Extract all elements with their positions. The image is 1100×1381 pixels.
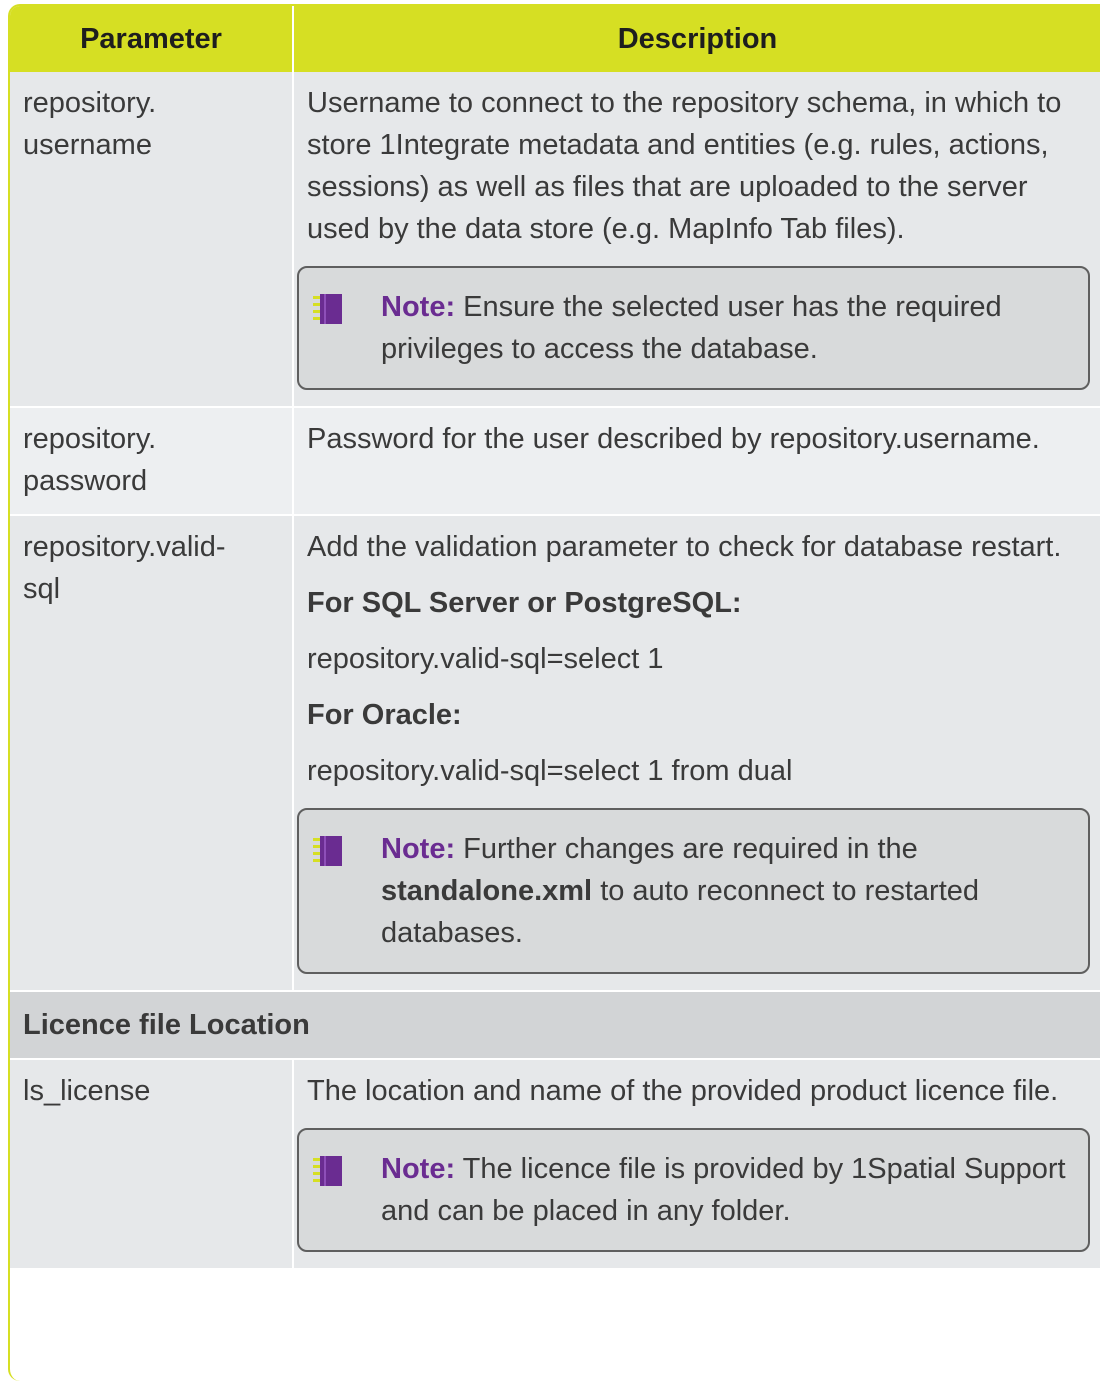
notepad-icon xyxy=(313,1156,342,1186)
description-text: Username to connect to the repository sc… xyxy=(307,87,1062,245)
note-text: The licence file is provided by 1Spatial… xyxy=(381,1153,1066,1227)
param-cell: repository. password xyxy=(10,407,294,516)
note-label: Note: xyxy=(381,1153,456,1185)
subhead-sqlserver: For SQL Server or PostgreSQL: xyxy=(307,587,742,619)
param-name-cont: username xyxy=(23,129,152,161)
header-description: Description xyxy=(293,6,1100,72)
param-name: repository. xyxy=(23,87,157,119)
description-cell: The location and name of the provided pr… xyxy=(293,1059,1100,1270)
param-name: ls_license xyxy=(23,1075,151,1107)
note-label: Note: xyxy=(381,291,456,323)
param-name-cont: password xyxy=(23,465,148,497)
description-text: The location and name of the provided pr… xyxy=(307,1075,1059,1107)
code-sqlserver: repository.valid-sql=select 1 xyxy=(307,643,664,675)
description-cell: Password for the user described by repos… xyxy=(293,407,1100,516)
table-row: repository. password Password for the us… xyxy=(10,407,1100,516)
description-text: Add the validation parameter to check fo… xyxy=(307,531,1062,563)
notepad-icon xyxy=(313,836,342,866)
note-text: Ensure the selected user has the require… xyxy=(381,291,1002,365)
note-box: Note: Ensure the selected user has the r… xyxy=(297,266,1090,390)
description-text: Password for the user described by repos… xyxy=(307,423,1040,455)
param-name: repository. xyxy=(23,423,157,455)
note-label: Note: xyxy=(381,833,456,865)
subhead-oracle: For Oracle: xyxy=(307,699,462,731)
table-row: repository.valid- sql Add the validation… xyxy=(10,515,1100,992)
note-box: Note: The licence file is provided by 1S… xyxy=(297,1128,1090,1252)
description-cell: Username to connect to the repository sc… xyxy=(293,72,1100,408)
table-row: ls_license The location and name of the … xyxy=(10,1059,1100,1270)
parameter-table-container: Parameter Description repository. userna… xyxy=(8,4,1100,1381)
param-cell: repository. username xyxy=(10,72,294,408)
note-text: Further changes are required in the xyxy=(463,833,918,865)
header-parameter: Parameter xyxy=(10,6,294,72)
parameter-table: Parameter Description repository. userna… xyxy=(10,6,1100,1270)
param-name-cont: sql xyxy=(23,573,61,605)
section-row: Licence file Location xyxy=(10,991,1100,1060)
param-cell: ls_license xyxy=(10,1059,294,1270)
table-header-row: Parameter Description xyxy=(10,6,1100,72)
table-row: repository. username Username to connect… xyxy=(10,72,1100,408)
param-cell: repository.valid- sql xyxy=(10,515,294,992)
notepad-icon xyxy=(313,294,342,324)
note-box: Note: Further changes are required in th… xyxy=(297,808,1090,974)
param-name: repository.valid- xyxy=(23,531,226,563)
section-title: Licence file Location xyxy=(10,991,1100,1060)
code-oracle: repository.valid-sql=select 1 from dual xyxy=(307,755,793,787)
description-cell: Add the validation parameter to check fo… xyxy=(293,515,1100,992)
note-filename: standalone.xml xyxy=(381,875,593,907)
